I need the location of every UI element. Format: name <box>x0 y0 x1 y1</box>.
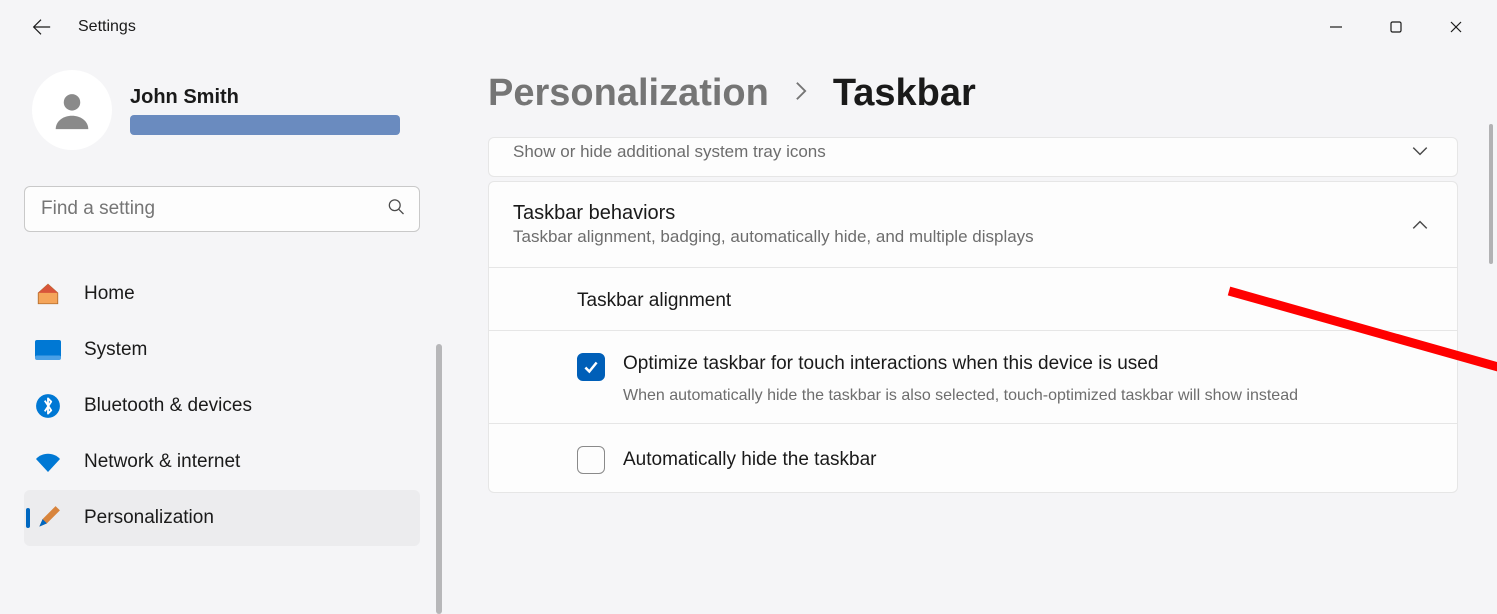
breadcrumb: Personalization Taskbar <box>488 72 1461 115</box>
setting-label: Taskbar alignment <box>577 290 731 312</box>
arrow-left-icon <box>30 16 52 38</box>
setting-taskbar-alignment: Taskbar alignment <box>489 268 1457 331</box>
setting-hint: When automatically hide the taskbar is a… <box>623 387 1433 405</box>
setting-label: Optimize taskbar for touch interactions … <box>623 353 1433 375</box>
panel-header[interactable]: Show or hide additional system tray icon… <box>489 138 1457 176</box>
check-icon <box>582 358 600 376</box>
avatar <box>32 70 112 150</box>
profile-redacted-bar <box>130 115 400 135</box>
panel-subtitle: Show or hide additional system tray icon… <box>513 142 1407 162</box>
behaviors-sub-list: Taskbar alignment Optimize taskbar for t… <box>489 267 1457 492</box>
bluetooth-icon <box>34 392 62 420</box>
panel-title: Taskbar behaviors <box>513 202 1407 225</box>
close-button[interactable] <box>1427 7 1485 47</box>
chevron-right-icon <box>793 78 809 109</box>
sidebar-item-bluetooth-devices[interactable]: Bluetooth & devices <box>24 378 420 434</box>
sidebar: John Smith Home System <box>0 54 444 580</box>
maximize-button[interactable] <box>1367 7 1425 47</box>
panel-other-system-tray: Show or hide additional system tray icon… <box>488 137 1458 177</box>
profile-name: John Smith <box>130 86 400 109</box>
main-scrollbar[interactable] <box>1489 124 1493 264</box>
sidebar-item-network-internet[interactable]: Network & internet <box>24 434 420 490</box>
setting-label: Automatically hide the taskbar <box>623 449 876 471</box>
window-controls <box>1307 7 1485 47</box>
sidebar-item-label: Network & internet <box>84 451 240 473</box>
page-title: Taskbar <box>833 72 976 115</box>
wifi-icon <box>34 448 62 476</box>
panel-subtitle: Taskbar alignment, badging, automaticall… <box>513 227 1407 247</box>
checkbox-optimize-touch[interactable] <box>577 353 605 381</box>
maximize-icon <box>1389 20 1403 34</box>
minimize-button[interactable] <box>1307 7 1365 47</box>
chevron-down-icon <box>1407 138 1433 164</box>
panel-header[interactable]: Taskbar behaviors Taskbar alignment, bad… <box>489 182 1457 267</box>
sidebar-item-personalization[interactable]: Personalization <box>24 490 420 546</box>
setting-auto-hide: Automatically hide the taskbar <box>489 424 1457 492</box>
sidebar-item-home[interactable]: Home <box>24 266 420 322</box>
search-input[interactable] <box>24 186 420 232</box>
sidebar-item-label: Home <box>84 283 135 305</box>
panel-taskbar-behaviors: Taskbar behaviors Taskbar alignment, bad… <box>488 181 1458 493</box>
sidebar-item-label: Bluetooth & devices <box>84 395 252 417</box>
checkbox-auto-hide[interactable] <box>577 446 605 474</box>
home-icon <box>34 280 62 308</box>
nav-list: Home System Bluetooth & devices Network … <box>24 266 420 546</box>
sidebar-item-label: System <box>84 339 147 361</box>
back-button[interactable] <box>24 10 58 44</box>
profile-block[interactable]: John Smith <box>24 66 420 150</box>
search-wrap <box>24 186 420 232</box>
app-title: Settings <box>78 18 136 36</box>
sidebar-item-system[interactable]: System <box>24 322 420 378</box>
chevron-up-icon <box>1407 212 1433 238</box>
setting-optimize-touch: Optimize taskbar for touch interactions … <box>489 331 1457 424</box>
breadcrumb-parent[interactable]: Personalization <box>488 72 769 115</box>
main-content: Personalization Taskbar Show or hide add… <box>444 54 1497 580</box>
sidebar-item-label: Personalization <box>84 507 214 529</box>
minimize-icon <box>1329 20 1343 34</box>
system-icon <box>34 336 62 364</box>
search-icon <box>386 197 406 222</box>
profile-info: John Smith <box>130 86 400 135</box>
person-icon <box>49 87 95 133</box>
sidebar-scrollbar[interactable] <box>436 344 442 614</box>
paintbrush-icon <box>34 504 62 532</box>
titlebar: Settings <box>0 0 1497 54</box>
close-icon <box>1449 20 1463 34</box>
